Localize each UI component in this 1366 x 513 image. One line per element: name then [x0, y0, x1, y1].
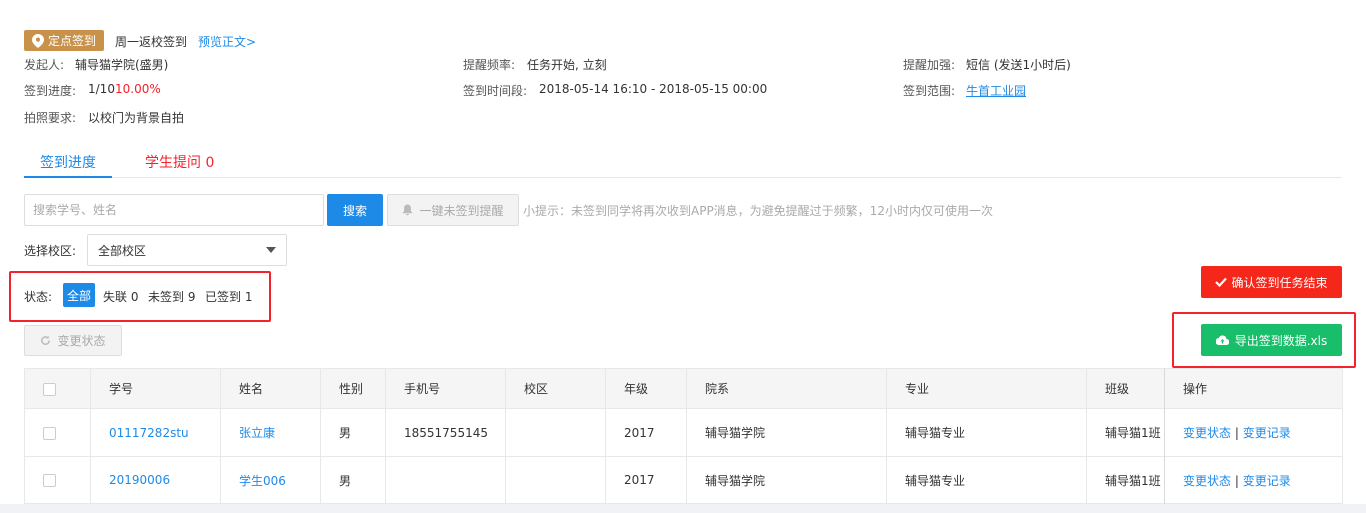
confirm-end-task-label: 确认签到任务结束	[1231, 275, 1328, 290]
refresh-icon	[41, 335, 51, 345]
tab-sign-progress[interactable]: 签到进度	[40, 152, 96, 172]
photo-label: 拍照要求:	[24, 111, 77, 125]
row-select-cell[interactable]	[24, 456, 91, 504]
student-id-link[interactable]: 01117282stu	[109, 426, 189, 440]
gender-cell: 男	[320, 408, 386, 457]
reminder-boost-label: 提醒加强:	[903, 58, 956, 72]
header-grade: 年级	[605, 368, 687, 409]
department-cell: 辅导猫学院	[686, 456, 887, 504]
select-all-checkbox[interactable]	[43, 382, 56, 396]
page-bottom-bar	[0, 504, 1366, 513]
progress-percent: 10.00%	[115, 82, 161, 96]
period-label: 签到时间段:	[463, 84, 528, 98]
student-name-link[interactable]: 学生006	[239, 474, 286, 488]
check-icon	[1215, 277, 1228, 287]
header-campus: 校区	[505, 368, 606, 409]
hint-text: 小提示：未签到同学将再次收到APP消息，为避免提醒过于频繁，12小时内仅可使用一…	[523, 204, 993, 218]
reminder-freq-value: 任务开始, 立刻	[527, 58, 607, 72]
student-id-link[interactable]: 20190006	[109, 473, 170, 487]
change-log-link[interactable]: 变更记录	[1243, 426, 1291, 440]
header-gender: 性别	[320, 368, 386, 409]
status-filter-all[interactable]: 全部	[63, 283, 95, 307]
location-pin-icon	[32, 33, 44, 48]
table-row: 01117282stu 张立康 男 18551755145 2017 辅导猫学院…	[24, 408, 1343, 457]
change-status-button[interactable]: 变更状态	[24, 325, 122, 356]
header-phone: 手机号	[385, 368, 506, 409]
task-type-badge: 定点签到	[24, 30, 105, 51]
status-filter-signed[interactable]: 已签到 1	[205, 288, 252, 305]
row-checkbox[interactable]	[43, 474, 56, 487]
reminder-freq-label: 提醒频率:	[463, 58, 516, 72]
department-cell: 辅导猫学院	[686, 408, 887, 457]
change-status-label: 变更状态	[57, 334, 106, 348]
caret-down-icon	[266, 247, 276, 253]
remind-unsigned-button[interactable]: 一键未签到提醒	[387, 194, 519, 226]
header-name: 姓名	[220, 368, 321, 409]
grade-cell: 2017	[605, 456, 687, 504]
cloud-upload-icon	[1215, 335, 1229, 345]
header-actions: 操作	[1164, 368, 1343, 409]
header-select-all[interactable]	[24, 368, 91, 409]
period-value: 2018-05-14 16:10 - 2018-05-15 00:00	[539, 82, 768, 96]
header-class: 班级	[1086, 368, 1165, 409]
actions-cell: 变更状态 | 变更记录	[1164, 408, 1343, 457]
fixed-column-divider	[1164, 368, 1165, 504]
status-filter-all-label: 全部	[66, 288, 91, 303]
status-filter-unsigned[interactable]: 未签到 9	[148, 288, 195, 305]
initiator-value: 辅导猫学院(盛男)	[75, 58, 169, 72]
grade-cell: 2017	[605, 408, 687, 457]
change-log-link[interactable]: 变更记录	[1243, 474, 1291, 488]
row-select-cell[interactable]	[24, 408, 91, 457]
campus-cell	[505, 408, 606, 457]
range-label: 签到范围:	[903, 84, 956, 98]
bell-icon	[403, 204, 413, 216]
remind-unsigned-label: 一键未签到提醒	[419, 203, 504, 218]
search-button[interactable]: 搜索	[327, 194, 383, 226]
row-checkbox[interactable]	[43, 426, 56, 440]
major-cell: 辅导猫专业	[886, 456, 1087, 504]
export-xls-button[interactable]: 导出签到数据.xls	[1201, 324, 1342, 356]
search-input[interactable]	[24, 194, 324, 226]
table-header-row: 学号 姓名 性别 手机号 校区 年级 院系 专业 班级 操作	[24, 368, 1343, 409]
action-separator: |	[1234, 426, 1239, 440]
change-status-link[interactable]: 变更状态	[1183, 474, 1231, 488]
search-button-label: 搜索	[342, 203, 367, 218]
class-cell: 辅导猫1班	[1086, 456, 1165, 504]
student-name-link[interactable]: 张立康	[239, 426, 275, 440]
table-row: 20190006 学生006 男 2017 辅导猫学院 辅导猫专业 辅导猫1班 …	[24, 456, 1343, 504]
phone-cell: 18551755145	[385, 408, 506, 457]
campus-select-value: 全部校区	[98, 243, 147, 258]
initiator-label: 发起人:	[24, 58, 65, 72]
range-link[interactable]: 牛首工业园	[966, 82, 1026, 99]
header-student-id: 学号	[90, 368, 221, 409]
gender-cell: 男	[320, 456, 386, 504]
export-xls-label: 导出签到数据.xls	[1234, 333, 1328, 348]
tabs-divider	[24, 177, 1342, 178]
status-label: 状态:	[24, 290, 53, 304]
progress-count: 1/10	[88, 82, 115, 96]
class-cell: 辅导猫1班	[1086, 408, 1165, 457]
phone-cell	[385, 456, 506, 504]
tab-student-questions[interactable]: 学生提问 0	[145, 152, 214, 172]
task-type-label: 定点签到	[48, 34, 97, 48]
photo-value: 以校门为背景自拍	[88, 111, 185, 125]
reminder-boost-value: 短信 (发送1小时后)	[966, 58, 1071, 72]
progress-label: 签到进度:	[24, 84, 77, 98]
task-title: 周一返校签到	[115, 35, 188, 49]
major-cell: 辅导猫专业	[886, 408, 1087, 457]
confirm-end-task-button[interactable]: 确认签到任务结束	[1201, 266, 1342, 298]
status-filter-lost[interactable]: 失联 0	[103, 288, 138, 305]
active-tab-indicator	[24, 176, 112, 178]
header-department: 院系	[686, 368, 887, 409]
change-status-link[interactable]: 变更状态	[1183, 426, 1231, 440]
campus-label: 选择校区:	[24, 244, 77, 258]
header-major: 专业	[886, 368, 1087, 409]
action-separator: |	[1234, 473, 1239, 488]
students-table: 学号 姓名 性别 手机号 校区 年级 院系 专业 班级 操作 01117282s…	[24, 368, 1343, 504]
actions-cell: 变更状态 | 变更记录	[1164, 456, 1343, 504]
campus-cell	[505, 456, 606, 504]
preview-link[interactable]: 预览正文>	[198, 33, 256, 50]
campus-select[interactable]: 全部校区	[87, 234, 287, 266]
